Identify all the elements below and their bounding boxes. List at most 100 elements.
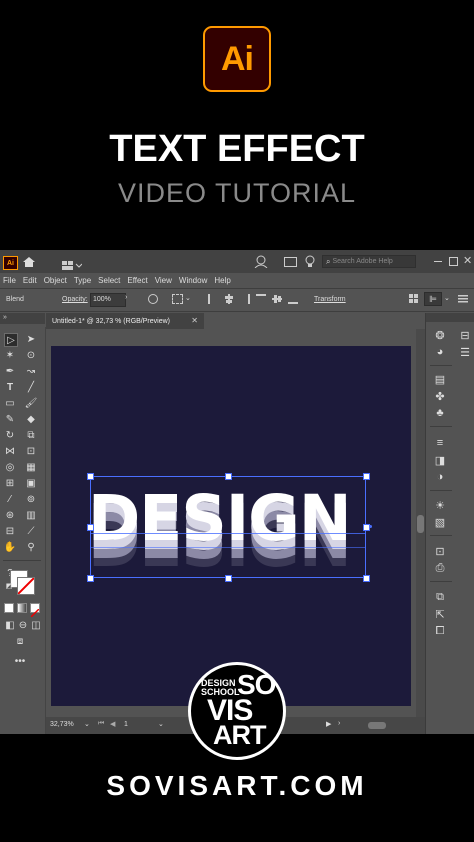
selection-handle[interactable] [87, 524, 94, 531]
maximize-button[interactable] [449, 257, 458, 266]
zoom-dropdown-icon[interactable]: ⌄ [84, 720, 90, 728]
arrange-documents-icon[interactable] [284, 257, 297, 267]
next-artboard-icon[interactable]: ▶ [326, 720, 331, 728]
symbol-sprayer-tool-icon[interactable]: ⊛ [4, 509, 16, 521]
menu-edit[interactable]: Edit [23, 276, 37, 285]
align-bottom-icon[interactable] [288, 294, 298, 304]
selection-handle[interactable] [87, 473, 94, 480]
opacity-input[interactable]: 100% [90, 293, 126, 307]
align-dropdown-icon[interactable]: ⌄ [185, 294, 191, 302]
align-right-icon[interactable] [240, 294, 250, 304]
free-transform-tool-icon[interactable]: ⊡ [25, 445, 37, 457]
shaper-tool-icon[interactable]: ✎ [4, 413, 16, 425]
width-tool-icon[interactable]: ⋈ [4, 445, 16, 457]
screen-mode-icon[interactable]: ⧈ [14, 635, 26, 647]
recolor-icon[interactable] [148, 294, 158, 304]
home-icon[interactable] [22, 255, 36, 267]
tab-document[interactable]: Untitled-1* @ 32,73 % (RGB/Preview) ✕ [46, 313, 204, 329]
rotate-widget[interactable] [369, 525, 372, 528]
gradient-panel-icon[interactable]: ◨ [433, 454, 447, 467]
menu-object[interactable]: Object [44, 276, 67, 285]
previous-artboard-icon[interactable]: ◀ [110, 720, 115, 728]
hand-tool-icon[interactable]: ✋ [4, 541, 16, 553]
magic-wand-tool-icon[interactable]: ✶ [4, 349, 16, 361]
eyedropper-tool-icon[interactable]: ⁄ [4, 493, 16, 505]
zoom-tool-icon[interactable]: ⚲ [25, 541, 37, 553]
graphic-styles-panel-icon[interactable]: ▧ [433, 516, 447, 529]
selection-handle[interactable] [225, 473, 232, 480]
scale-tool-icon[interactable]: ⧉ [25, 429, 37, 441]
panel-menu-button[interactable]: ⊫ [424, 292, 442, 306]
pen-tool-icon[interactable]: ✒ [4, 365, 16, 377]
column-graph-tool-icon[interactable]: ▥ [25, 509, 37, 521]
blend-tool-icon[interactable]: ⊚ [25, 493, 37, 505]
hamburger-menu-icon[interactable] [458, 295, 468, 303]
perspective-grid-tool-icon[interactable]: ▦ [25, 461, 37, 473]
draw-behind-icon[interactable]: ⊖ [17, 619, 29, 631]
brushes-panel-icon[interactable]: ✤ [433, 390, 447, 403]
draw-inside-icon[interactable]: ◫ [30, 619, 42, 631]
selection-handle[interactable] [363, 575, 370, 582]
align-center-icon[interactable] [224, 294, 234, 304]
artboard-number[interactable]: 1 [124, 721, 128, 728]
symbols-panel-icon[interactable]: ♣ [433, 407, 447, 419]
zoom-level[interactable]: 32,73% [50, 721, 74, 728]
eraser-tool-icon[interactable]: ◆ [25, 413, 37, 425]
website-url[interactable]: SOVISART.COM [0, 770, 474, 802]
menu-effect[interactable]: Effect [127, 276, 147, 285]
type-tool-icon[interactable]: T [4, 381, 16, 393]
align-middle-icon[interactable] [272, 294, 282, 304]
user-icon[interactable] [254, 255, 268, 269]
export-panel-icon[interactable]: ⇱ [433, 608, 447, 621]
asset-export-icon[interactable]: ⎙ [433, 562, 447, 574]
line-tool-icon[interactable]: ╱ [25, 381, 37, 393]
selection-handle[interactable] [225, 575, 232, 582]
lasso-tool-icon[interactable]: ⊙ [25, 349, 37, 361]
align-top-icon[interactable] [256, 294, 266, 304]
shape-builder-tool-icon[interactable]: ◎ [4, 461, 16, 473]
menu-help[interactable]: Help [214, 276, 230, 285]
stroke-panel-icon[interactable]: ≡ [433, 437, 447, 449]
direct-selection-tool-icon[interactable]: ➤ [25, 333, 37, 345]
rectangle-tool-icon[interactable]: ▭ [4, 397, 16, 409]
properties-panel-icon[interactable]: ⊟ [458, 329, 472, 342]
swatches-panel-icon[interactable]: ▤ [433, 373, 447, 386]
search-help-input[interactable]: ⌕ Search Adobe Help [322, 255, 416, 268]
none-mode-button[interactable] [30, 603, 40, 618]
color-guide-icon[interactable]: ◕ [433, 346, 447, 358]
status-menu-icon[interactable]: › [338, 720, 340, 727]
menu-file[interactable]: File [3, 276, 16, 285]
workspace-switcher-icon[interactable] [62, 257, 83, 270]
curvature-tool-icon[interactable]: ↝ [25, 365, 37, 377]
layers-panel-icon[interactable]: ⧉ [433, 591, 447, 603]
gradient-tool-icon[interactable]: ▣ [25, 477, 37, 489]
align-to-icon[interactable] [172, 294, 183, 304]
selection-tool-icon[interactable]: ▷ [4, 333, 18, 347]
selection-handle[interactable] [87, 575, 94, 582]
isolate-icon[interactable] [409, 294, 418, 303]
menu-select[interactable]: Select [98, 276, 120, 285]
opacity-dropdown-icon[interactable]: › [125, 294, 127, 301]
horizontal-scroll-thumb[interactable] [368, 722, 386, 729]
rotate-tool-icon[interactable]: ↻ [4, 429, 16, 441]
transparency-panel-icon[interactable]: ◑ [433, 471, 447, 483]
artboard-dropdown-icon[interactable]: ⌄ [158, 720, 164, 728]
libraries-panel-icon[interactable]: ☰ [458, 346, 472, 359]
gradient-mode-button[interactable] [17, 603, 27, 613]
menu-type[interactable]: Type [74, 276, 91, 285]
appearance-panel-icon[interactable]: ☀ [433, 499, 447, 512]
align-left-icon[interactable] [208, 294, 218, 304]
more-tools-icon[interactable]: ••• [14, 655, 26, 667]
artboards-panel-icon[interactable]: ⧠ [433, 625, 447, 637]
slice-tool-icon[interactable]: ⟋ [25, 525, 37, 537]
toolbox-collapse-bar[interactable]: » [0, 313, 45, 324]
panel-dropdown-icon[interactable]: ⌄ [444, 294, 450, 302]
close-tab-icon[interactable]: ✕ [191, 316, 198, 325]
image-trace-icon[interactable]: ⊡ [433, 545, 447, 558]
menu-view[interactable]: View [155, 276, 172, 285]
paintbrush-tool-icon[interactable]: 🖌 [25, 397, 38, 409]
selection-handle[interactable] [363, 473, 370, 480]
selection-bounding-box[interactable] [90, 476, 366, 578]
draw-normal-icon[interactable]: ◧ [4, 619, 16, 631]
close-icon[interactable]: ✕ [463, 254, 472, 267]
